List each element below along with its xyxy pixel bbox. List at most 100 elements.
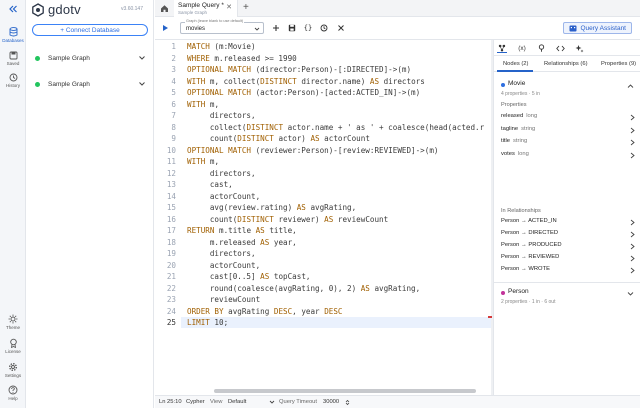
rail-item-databases[interactable]: Databases — [0, 27, 26, 43]
chevron-down-icon[interactable] — [627, 291, 634, 297]
code-line[interactable]: RETURN m.title AS title, — [187, 226, 297, 235]
add-tab-button[interactable]: + — [243, 2, 249, 13]
code-line[interactable]: collect(DISTINCT actor.name + ' as ' + c… — [187, 123, 484, 132]
tab-ai[interactable] — [574, 43, 584, 53]
language-mode[interactable]: Cypher — [186, 399, 205, 405]
code-line[interactable]: directors, — [187, 111, 256, 120]
query-timeout-input[interactable]: 30000 — [323, 399, 339, 405]
horizontal-scrollbar[interactable] — [214, 389, 476, 393]
tab-code[interactable] — [555, 43, 565, 53]
run-query-button[interactable] — [159, 22, 171, 34]
rail-item-settings[interactable]: Settings — [0, 362, 26, 378]
code-token: directors, — [187, 249, 256, 258]
rail-item-license[interactable]: License — [0, 338, 26, 354]
keyword-token: AS — [310, 134, 320, 143]
tab-properties[interactable]: Properties (9) — [601, 61, 636, 67]
rail-item-saved[interactable]: Saved — [0, 51, 26, 66]
code-line[interactable]: WITH m, — [187, 100, 219, 109]
tab-nodes[interactable]: Nodes (2) — [503, 61, 528, 67]
view-select[interactable]: Default — [228, 399, 246, 405]
rail-item-theme[interactable]: Theme — [0, 314, 26, 330]
relationship-row[interactable]: Person → REVIEWED — [501, 254, 635, 265]
code-line[interactable]: directors, — [187, 249, 256, 258]
code-line[interactable]: WITH m, collect(DISTINCT director.name) … — [187, 77, 425, 86]
property-row[interactable]: votes long — [501, 151, 635, 162]
code-editor[interactable]: 1 2 3 4 5 6 7 8 9 10 11 12 13 14 15 16 17 18 19 20 21 22 23 24 2… — [155, 40, 492, 395]
relationship-row[interactable]: Person → DIRECTED — [501, 230, 635, 241]
connect-database-button[interactable]: + Connect Database — [32, 24, 148, 36]
line-number: 20 — [166, 260, 176, 270]
code-token: avg(review.rating) — [187, 203, 297, 212]
keyword-token: DISTINCT — [246, 122, 284, 132]
sidebar-graph-item[interactable]: Sample Graph — [30, 49, 150, 67]
line-number: 6 — [171, 99, 176, 109]
tab-pinned[interactable] — [536, 43, 546, 53]
chevron-down-icon[interactable] — [269, 399, 275, 405]
node-label: Person — [508, 288, 529, 295]
code-line[interactable]: reviewCount — [187, 295, 260, 304]
format-query-button[interactable]: {} — [303, 23, 313, 33]
property-row[interactable]: tagline string — [501, 126, 635, 137]
rail-label: Help — [8, 396, 18, 401]
property-row[interactable]: title string — [501, 138, 635, 149]
code-line[interactable]: m.released AS year, — [187, 238, 297, 247]
keyword-token: WHERE — [187, 53, 210, 63]
property-row[interactable]: released long — [501, 113, 635, 124]
save-icon — [288, 24, 296, 32]
code-token: count( — [187, 214, 238, 224]
line-number: 24 — [166, 306, 176, 316]
code-line[interactable]: OPTIONAL MATCH (reviewer:Person)-[review… — [187, 146, 438, 155]
pin-icon — [538, 44, 545, 52]
code-line[interactable]: WHERE m.released >= 1990 — [187, 54, 297, 63]
rail-item-history[interactable]: History — [0, 73, 26, 88]
code-line[interactable]: directors, — [187, 169, 256, 178]
code-line[interactable]: LIMIT 10; — [187, 318, 228, 327]
query-tab[interactable]: Sample Query * Sample Graph ✕ — [174, 0, 238, 17]
code-line[interactable]: count(DISTINCT actor) AS actorCount — [187, 134, 370, 143]
code-token: m, — [205, 157, 220, 166]
code-token: (actor:Person)-[acted:ACTED_IN]->(m) — [251, 88, 421, 97]
chevron-down-icon[interactable] — [138, 54, 146, 62]
code-line[interactable]: OPTIONAL MATCH (director:Person)-[:DIREC… — [187, 65, 411, 74]
code-token: reviewer) — [273, 214, 325, 224]
code-line[interactable]: actorCount, — [187, 261, 260, 270]
code-line[interactable]: count(DISTINCT reviewer) AS reviewCount — [187, 215, 388, 224]
tab-variables[interactable]: (x) — [517, 43, 527, 53]
relationship-row[interactable]: Person → PRODUCED — [501, 242, 635, 253]
property-type: string — [513, 138, 528, 144]
line-number: 7 — [171, 111, 176, 120]
rail-item-help[interactable]: Help — [0, 385, 26, 401]
code-line[interactable]: cast[0..5] AS topCast, — [187, 272, 311, 281]
code-line[interactable]: MATCH (m:Movie) — [187, 42, 256, 51]
tab-relationships[interactable]: Relationships (6) — [544, 61, 588, 67]
close-icon[interactable]: ✕ — [226, 3, 232, 11]
tab-schema[interactable] — [497, 43, 507, 53]
code-line[interactable]: actorCount, — [187, 192, 260, 201]
save-query-button[interactable] — [287, 23, 297, 33]
keyword-token: AS — [324, 214, 334, 224]
relationship-row[interactable]: Person → ACTED_IN — [501, 218, 635, 229]
sidebar-graph-item[interactable]: Sample Graph — [30, 75, 150, 93]
chevron-up-icon[interactable] — [627, 83, 634, 89]
clear-query-button[interactable] — [336, 23, 346, 33]
line-number: 13 — [166, 180, 176, 189]
add-button[interactable] — [271, 23, 281, 33]
code-token: topCast, — [269, 272, 311, 281]
collapse-sidebar-button[interactable] — [0, 4, 26, 14]
code-line[interactable]: round(coalesce(avgRating, 0), 2) AS avgR… — [187, 284, 420, 293]
relationship-row[interactable]: Person → WROTE — [501, 266, 635, 277]
chevron-down-icon — [254, 26, 260, 32]
stepper-icon[interactable] — [345, 399, 350, 406]
chevron-down-icon[interactable] — [138, 80, 146, 88]
graph-select[interactable]: Graph (leave blank to use default) movie… — [180, 19, 264, 34]
query-assistant-button[interactable]: Query Assistant — [563, 22, 632, 34]
code-line[interactable]: cast, — [187, 180, 233, 189]
home-tab[interactable] — [155, 0, 173, 17]
code-line[interactable]: avg(review.rating) AS avgRating, — [187, 203, 356, 212]
code-line[interactable]: ORDER BY avgRating DESC, year DESC — [187, 307, 342, 316]
code-line[interactable]: OPTIONAL MATCH (actor:Person)-[acted:ACT… — [187, 88, 420, 97]
code-line[interactable]: WITH m, — [187, 157, 219, 166]
query-timeout-label: Query Timeout — [279, 399, 318, 405]
query-history-button[interactable] — [319, 23, 329, 33]
code-token: reviewCount — [333, 214, 389, 224]
